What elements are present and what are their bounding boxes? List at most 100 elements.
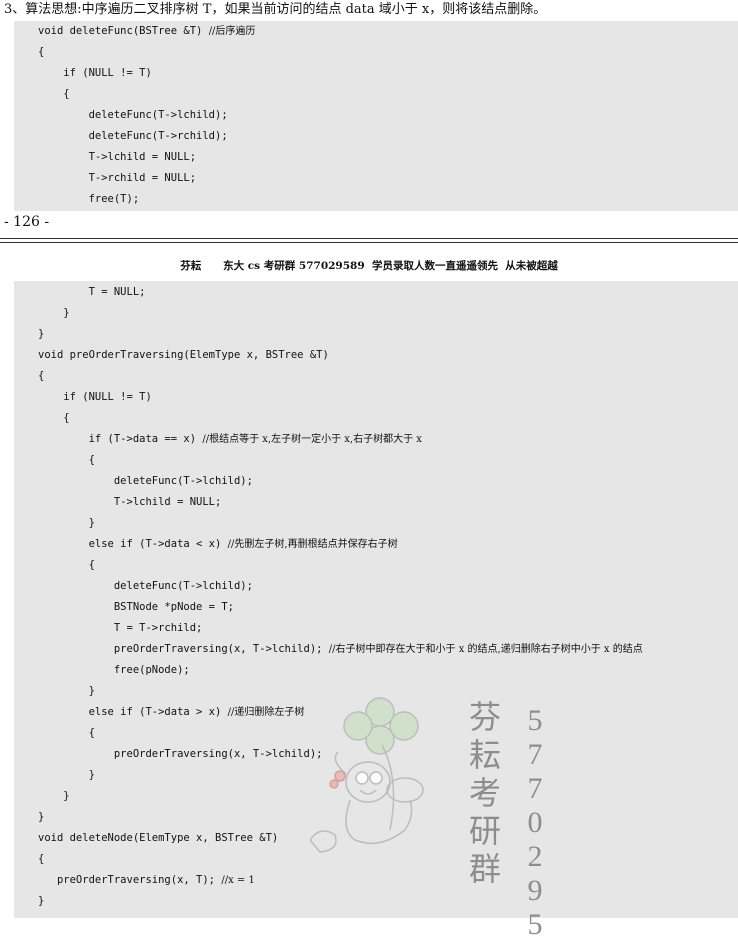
intro-paragraph: 3、算法思想:中序遍历二叉排序树 T，如果当前访问的结点 data 域小于 x，… bbox=[4, 2, 547, 17]
code-comment: //先删左子树,再删根结点并保存右子树 bbox=[227, 539, 398, 550]
watermark-digit: 9 bbox=[527, 874, 543, 907]
code-line: if (T->data == x) //根结点等于 x,左子树一定小于 x,右子… bbox=[38, 429, 422, 450]
code-line: } bbox=[38, 681, 95, 702]
code-text: T = NULL; bbox=[38, 286, 146, 298]
code-line: T = NULL; bbox=[38, 282, 146, 303]
code-line: { bbox=[38, 366, 44, 387]
code-text: T->rchild = NULL; bbox=[38, 172, 197, 184]
code-text: if (NULL != T) bbox=[38, 391, 152, 403]
watermark-chars: 芬耘考研群 bbox=[460, 698, 510, 888]
code-text: deleteFunc(T->lchild); bbox=[38, 109, 228, 121]
code-text: else if (T->data < x) bbox=[38, 538, 228, 550]
code-line: T->lchild = NULL; bbox=[38, 492, 221, 513]
code-line: preOrderTraversing(x, T->lchild); //右子树中… bbox=[38, 639, 643, 660]
code-line: if (NULL != T) bbox=[38, 387, 152, 408]
code-text: preOrderTraversing(x, T->lchild); bbox=[38, 643, 329, 655]
code-text: void preOrderTraversing(ElemType x, BSTr… bbox=[38, 349, 329, 361]
code-line: } bbox=[38, 303, 70, 324]
code-line: { bbox=[38, 555, 95, 576]
code-line: preOrderTraversing(x, T->lchild); bbox=[38, 744, 323, 765]
code-line: void deleteNode(ElemType x, BSTree &T) bbox=[38, 828, 278, 849]
code-text: T->lchild = NULL; bbox=[38, 496, 222, 508]
code-text: { bbox=[38, 853, 45, 865]
code-line: deleteFunc(T->lchild); bbox=[38, 471, 253, 492]
code-line: { bbox=[38, 408, 70, 429]
code-text: { bbox=[38, 88, 70, 100]
watermark-digit: 0 bbox=[527, 806, 543, 839]
code-text: { bbox=[38, 727, 95, 739]
watermark-digits: 5770295 bbox=[520, 704, 550, 942]
code-line: deleteFunc(T->rchild); bbox=[38, 126, 228, 147]
code-line: else if (T->data < x) //先删左子树,再删根结点并保存右子… bbox=[38, 534, 398, 555]
code-text: free(pNode); bbox=[38, 664, 190, 676]
code-line: deleteFunc(T->lchild); bbox=[38, 105, 228, 126]
code-text: else if (T->data > x) bbox=[38, 706, 228, 718]
code-text: } bbox=[38, 685, 95, 697]
code-text: deleteFunc(T->lchild); bbox=[38, 580, 253, 592]
code-line: void preOrderTraversing(ElemType x, BSTr… bbox=[38, 345, 329, 366]
code-text: { bbox=[38, 559, 95, 571]
code-line: { bbox=[38, 42, 44, 63]
code-line: BSTNode *pNode = T; bbox=[38, 597, 234, 618]
code-text: } bbox=[38, 811, 45, 823]
clover-bee-watermark-icon bbox=[310, 697, 424, 853]
code-text: free(T); bbox=[38, 193, 140, 205]
code-line: } bbox=[38, 324, 44, 345]
watermark-char: 研 bbox=[468, 812, 501, 850]
code-line: void deleteFunc(BSTree &T) //后序遍历 bbox=[38, 21, 255, 42]
code-text: if (NULL != T) bbox=[38, 67, 152, 79]
code-text: if (T->data == x) bbox=[38, 433, 203, 445]
code-text: { bbox=[38, 412, 70, 424]
code-line: { bbox=[38, 84, 70, 105]
code-comment: //右子树中即存在大于和小于 x 的结点,递归删除右子树中小于 x 的结点 bbox=[328, 644, 643, 655]
page-divider-top bbox=[0, 238, 738, 239]
watermark-char: 芬 bbox=[468, 698, 501, 736]
code-text: deleteFunc(T->lchild); bbox=[38, 475, 253, 487]
code-comment: //根结点等于 x,左子树一定小于 x,右子树都大于 x bbox=[202, 434, 422, 445]
watermark-digit: 7 bbox=[527, 772, 543, 805]
code-text: T = T->rchild; bbox=[38, 622, 203, 634]
watermark-digit: 5 bbox=[527, 908, 543, 941]
code-text: T->lchild = NULL; bbox=[38, 151, 197, 163]
code-block-1: void deleteFunc(BSTree &T) //后序遍历 { if (N… bbox=[14, 21, 738, 211]
code-line: } bbox=[38, 891, 44, 912]
page-header: 芬耘 东大 cs 考研群 577029589 学员录取人数一直遥遥领先 从未被超… bbox=[180, 260, 558, 272]
code-text: preOrderTraversing(x, T); bbox=[38, 874, 222, 886]
code-text: { bbox=[38, 454, 95, 466]
code-line: preOrderTraversing(x, T); //x = 1 bbox=[38, 870, 255, 891]
code-line: T = T->rchild; bbox=[38, 618, 203, 639]
code-line: deleteFunc(T->lchild); bbox=[38, 576, 253, 597]
code-line: } bbox=[38, 786, 70, 807]
page-divider-bottom bbox=[0, 242, 738, 243]
code-text: } bbox=[38, 895, 45, 907]
code-text: } bbox=[38, 769, 95, 781]
code-line: free(pNode); bbox=[38, 660, 190, 681]
code-line: else if (T->data > x) //递归删除左子树 bbox=[38, 702, 305, 723]
watermark-digit: 2 bbox=[527, 840, 543, 873]
code-text: { bbox=[38, 370, 45, 382]
watermark-digit: 5 bbox=[527, 704, 543, 737]
code-line: T->lchild = NULL; bbox=[38, 147, 196, 168]
code-text: } bbox=[38, 307, 70, 319]
code-text: deleteFunc(T->rchild); bbox=[38, 130, 228, 142]
code-text: } bbox=[38, 517, 95, 529]
code-line: } bbox=[38, 807, 44, 828]
code-text: { bbox=[38, 46, 45, 58]
code-text: BSTNode *pNode = T; bbox=[38, 601, 234, 613]
code-text: } bbox=[38, 328, 45, 340]
code-line: { bbox=[38, 450, 95, 471]
watermark-char: 群 bbox=[468, 850, 501, 888]
code-line: free(T); bbox=[38, 189, 140, 210]
code-line: if (NULL != T) bbox=[38, 63, 152, 84]
code-line: } bbox=[38, 765, 95, 786]
code-text: preOrderTraversing(x, T->lchild); bbox=[38, 748, 323, 760]
code-comment: //x = 1 bbox=[221, 875, 255, 886]
watermark-digit: 7 bbox=[527, 738, 543, 771]
code-line: { bbox=[38, 723, 95, 744]
page-number: - 126 - bbox=[4, 214, 50, 230]
code-line: T->rchild = NULL; bbox=[38, 168, 196, 189]
watermark-char: 考 bbox=[468, 774, 501, 812]
code-comment: //递归删除左子树 bbox=[227, 707, 305, 718]
code-line: } bbox=[38, 513, 95, 534]
code-text: } bbox=[38, 790, 70, 802]
